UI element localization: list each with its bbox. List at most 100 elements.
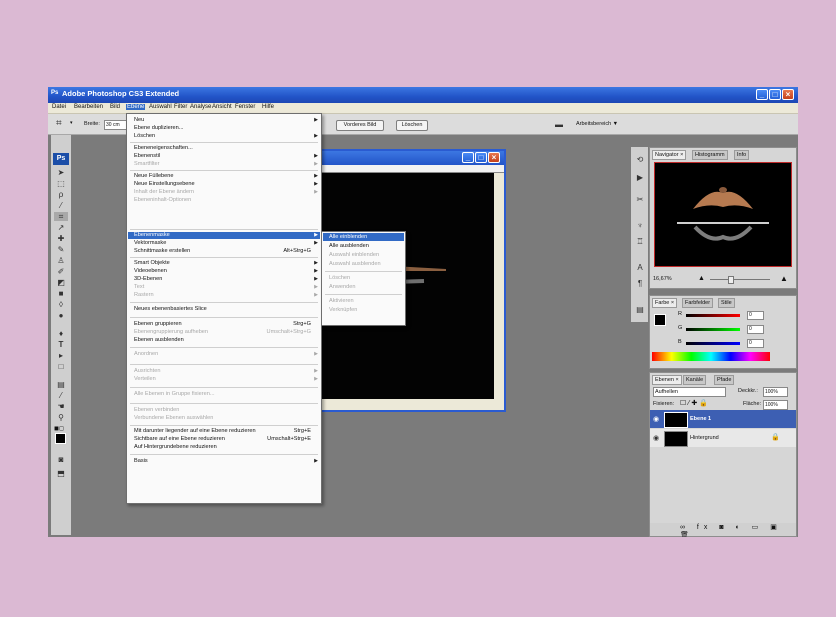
- menu-bild[interactable]: Bild: [110, 104, 120, 110]
- menu-item[interactable]: Ebenenstil: [134, 153, 160, 160]
- menu-item[interactable]: Neue Füllebene: [134, 173, 174, 180]
- actions-panel-icon[interactable]: ▶: [633, 173, 647, 182]
- move-tool-icon[interactable]: ➤: [54, 168, 68, 177]
- zoom-tool-icon[interactable]: ⚲: [54, 413, 68, 422]
- panel-tab[interactable]: Ebenen ×: [652, 375, 682, 385]
- shape-tool-icon[interactable]: □: [54, 362, 68, 371]
- panel-tab[interactable]: Info: [734, 150, 750, 160]
- panel-tab[interactable]: Histogramm: [692, 150, 728, 160]
- menu-ansicht[interactable]: Ansicht: [212, 104, 232, 110]
- menu-item[interactable]: Auf Hintergrundebene reduzieren: [134, 444, 217, 451]
- pen-tool-icon[interactable]: ♦: [54, 329, 68, 338]
- history-brush-tool-icon[interactable]: ✐: [54, 267, 68, 276]
- quick-select-tool-icon[interactable]: ⁄: [54, 201, 68, 210]
- slice-tool-icon[interactable]: ↗: [54, 223, 68, 232]
- menu-item[interactable]: Schnittmaske erstellen: [134, 248, 190, 255]
- menu-ebene[interactable]: Ebene: [126, 104, 146, 110]
- blend-mode-select[interactable]: Aufhellen: [653, 387, 726, 397]
- lock-icons[interactable]: ☐ ⁄ ✚ 🔒: [680, 399, 708, 407]
- submenu-item[interactable]: Alle ausblenden: [329, 243, 369, 250]
- menu-item[interactable]: Neu: [134, 117, 144, 124]
- eraser-tool-icon[interactable]: ◩: [54, 278, 68, 287]
- hand-tool-icon[interactable]: ☚: [54, 402, 68, 411]
- green-slider[interactable]: [686, 328, 740, 331]
- foreground-color-swatch[interactable]: [55, 433, 66, 444]
- menu-item[interactable]: 3D-Ebenen: [134, 276, 162, 283]
- zoom-slider[interactable]: [710, 279, 770, 280]
- front-image-button[interactable]: Vorderes Bild: [336, 120, 384, 131]
- menu-auswahl[interactable]: Auswahl: [149, 104, 172, 110]
- menu-item[interactable]: Vektormaske: [134, 240, 166, 247]
- menu-item[interactable]: Ebeneneigenschaften...: [134, 145, 193, 152]
- tool-preset-chevron-icon[interactable]: ▾: [70, 120, 73, 126]
- layers-footer-icons[interactable]: ∞ fx ◙ ◐ ▭ ▣ 🗑: [650, 523, 796, 537]
- workspace-icon[interactable]: ▬: [555, 120, 563, 129]
- submenu-item[interactable]: Alle einblenden: [329, 234, 367, 241]
- close-button[interactable]: ×: [782, 89, 794, 100]
- clone-stamp-tool-icon[interactable]: ♙: [54, 256, 68, 265]
- menu-item[interactable]: Mit darunter liegender auf eine Ebene re…: [134, 428, 256, 435]
- layer-row[interactable]: ◉ Hintergrund 🔒: [650, 429, 796, 447]
- menu-datei[interactable]: Datei: [52, 104, 66, 110]
- menu-item[interactable]: Videoebenen: [134, 268, 167, 275]
- menu-item[interactable]: Smart Objekte: [134, 260, 170, 267]
- screen-mode-icon[interactable]: ⬒: [54, 469, 68, 478]
- panel-tab[interactable]: Navigator ×: [652, 150, 687, 160]
- menu-fenster[interactable]: Fenster: [235, 104, 255, 110]
- workspace-menu[interactable]: Arbeitsbereich ▼: [576, 121, 618, 127]
- brush-tool-icon[interactable]: ✎: [54, 245, 68, 254]
- crop-tool-icon[interactable]: ⌗: [54, 212, 68, 221]
- visibility-eye-icon[interactable]: ◉: [653, 434, 659, 442]
- panel-tab[interactable]: Farbe ×: [652, 298, 678, 308]
- path-select-tool-icon[interactable]: ▸: [54, 351, 68, 360]
- quick-mask-icon[interactable]: ◙: [54, 455, 68, 464]
- visibility-eye-icon[interactable]: ◉: [653, 415, 659, 423]
- green-value[interactable]: 0: [747, 325, 764, 334]
- menu-item[interactable]: Löschen: [134, 133, 155, 140]
- layer-row-selected[interactable]: ◉ Ebene 1: [650, 410, 796, 428]
- blue-value[interactable]: 0: [747, 339, 764, 348]
- menu-filter[interactable]: Filter: [174, 104, 187, 110]
- zoom-out-icon[interactable]: ▲: [698, 275, 705, 282]
- character-panel-icon[interactable]: A: [633, 263, 647, 272]
- tool-presets-icon[interactable]: ✂: [633, 195, 647, 204]
- foreground-swatch[interactable]: [654, 314, 666, 326]
- menu-item[interactable]: Ebenen gruppieren: [134, 321, 182, 328]
- clear-button[interactable]: Löschen: [396, 120, 428, 131]
- clone-source-icon[interactable]: ♖: [633, 237, 647, 246]
- panel-tab[interactable]: Farbfelder: [682, 298, 714, 308]
- menu-bearbeiten[interactable]: Bearbeiten: [74, 104, 103, 110]
- opacity-field[interactable]: 100%: [763, 387, 788, 397]
- menu-item[interactable]: Ebenenmaske: [134, 232, 170, 239]
- crop-tool-icon[interactable]: ⌗: [56, 118, 62, 129]
- brushes-panel-icon[interactable]: ♆: [633, 221, 647, 230]
- menu-analyse[interactable]: Analyse: [190, 104, 211, 110]
- type-tool-icon[interactable]: T: [54, 340, 68, 349]
- doc-minimize-button[interactable]: _: [462, 152, 474, 163]
- menu-item[interactable]: Sichtbare auf eine Ebene reduzieren: [134, 436, 225, 443]
- navigator-preview[interactable]: [654, 162, 792, 267]
- paragraph-panel-icon[interactable]: ¶: [633, 279, 647, 288]
- zoom-slider-thumb[interactable]: [728, 276, 734, 284]
- healing-brush-tool-icon[interactable]: ✚: [54, 234, 68, 243]
- fill-field[interactable]: 100%: [763, 400, 788, 410]
- gradient-tool-icon[interactable]: ■: [54, 289, 68, 298]
- blue-slider[interactable]: [686, 342, 740, 345]
- history-panel-icon[interactable]: ⟲: [633, 155, 647, 164]
- eyedropper-tool-icon[interactable]: ⁄: [54, 391, 68, 400]
- spectrum-ramp[interactable]: [652, 352, 770, 361]
- notes-tool-icon[interactable]: ▤: [54, 380, 68, 389]
- panel-tab[interactable]: Stile: [718, 298, 735, 308]
- marquee-tool-icon[interactable]: ⬚: [54, 179, 68, 188]
- layer-name[interactable]: Hintergrund: [690, 435, 719, 441]
- red-value[interactable]: 0: [747, 311, 764, 320]
- blur-tool-icon[interactable]: ◊: [54, 300, 68, 309]
- zoom-in-icon[interactable]: ▲: [780, 274, 788, 283]
- minimize-button[interactable]: _: [756, 89, 768, 100]
- menu-item[interactable]: Ebene duplizieren...: [134, 125, 183, 132]
- layer-name[interactable]: Ebene 1: [690, 416, 711, 422]
- default-colors-icon[interactable]: ◼◻: [54, 425, 64, 432]
- navigator-zoom-value[interactable]: 16,67%: [653, 276, 672, 282]
- menu-hilfe[interactable]: Hilfe: [262, 104, 274, 110]
- menu-item[interactable]: Ebenen ausblenden: [134, 337, 184, 344]
